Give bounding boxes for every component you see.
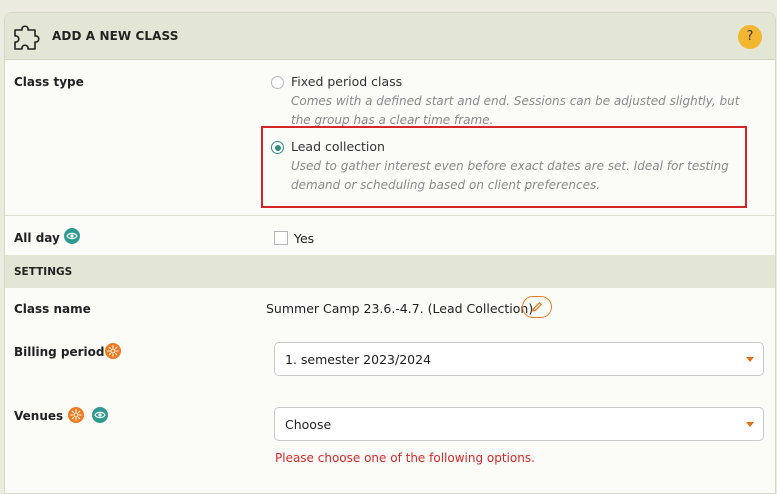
add-class-panel: ADD A NEW CLASS ? Class type Fixed perio…: [4, 12, 776, 494]
chevron-down-icon: [746, 357, 754, 362]
all-day-label: All day: [14, 231, 60, 245]
venues-selected: Choose: [285, 417, 332, 432]
required-sun-icon: [68, 407, 84, 423]
eye-icon[interactable]: [92, 407, 108, 423]
puzzle-icon: [14, 25, 40, 50]
eye-icon[interactable]: [64, 228, 80, 244]
class-type-label: Class type: [14, 75, 84, 89]
chevron-down-icon: [746, 422, 754, 427]
class-name-value: Summer Camp 23.6.-4.7. (Lead Collection): [266, 301, 534, 316]
divider: [5, 215, 775, 216]
radio-fixed-period-circle[interactable]: [271, 76, 284, 89]
radio-lead-collection-circle[interactable]: [271, 141, 284, 154]
fixed-period-title: Fixed period class: [291, 74, 403, 89]
class-name-label: Class name: [14, 302, 91, 316]
lead-collection-description-line-2: demand or scheduling based on client pre…: [291, 178, 601, 192]
fixed-period-description-line-1: Comes with a defined start and end. Sess…: [291, 94, 740, 108]
billing-period-label: Billing period: [14, 345, 105, 359]
help-button[interactable]: ?: [738, 25, 762, 49]
venues-label: Venues: [14, 409, 64, 423]
lead-collection-title: Lead collection: [291, 139, 385, 154]
venues-error-message: Please choose one of the following optio…: [275, 451, 535, 465]
pencil-icon: [532, 302, 542, 312]
venues-select[interactable]: Choose: [274, 407, 764, 441]
required-sun-icon: [105, 343, 121, 359]
all-day-checkbox[interactable]: [274, 231, 288, 245]
panel-title: ADD A NEW CLASS: [52, 29, 179, 43]
panel-header: ADD A NEW CLASS ?: [5, 13, 775, 60]
billing-period-selected: 1. semester 2023/2024: [285, 352, 432, 367]
settings-section-header: SETTINGS: [5, 255, 775, 288]
billing-period-select[interactable]: 1. semester 2023/2024: [274, 342, 764, 376]
lead-collection-description-line-1: Used to gather interest even before exac…: [291, 159, 729, 173]
edit-class-name-button[interactable]: [522, 296, 552, 318]
all-day-checkbox-label: Yes: [294, 231, 315, 246]
settings-title: SETTINGS: [14, 266, 73, 278]
